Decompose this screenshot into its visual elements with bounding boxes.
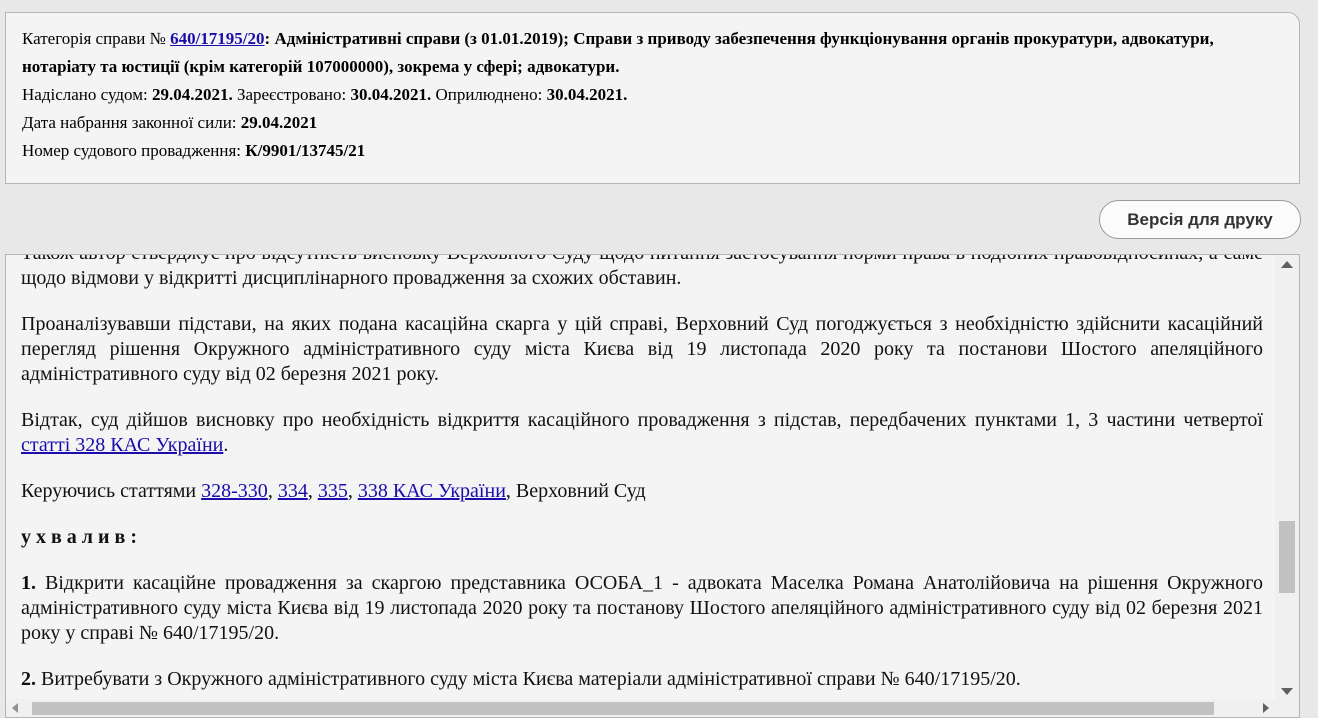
sent-date: 29.04.2021. — [151, 85, 233, 104]
case-info-panel: Категорія справи № 640/17195/20: Адмініс… — [5, 12, 1300, 184]
vertical-scroll-thumb[interactable] — [1279, 521, 1295, 593]
paragraph-2: Проаналізувавши підстави, на яких подана… — [21, 313, 1263, 385]
articles-328-330-link[interactable]: 328-330 — [201, 480, 268, 502]
document-viewer: Також автор стверджує про відсутність ви… — [5, 254, 1300, 718]
ruling-item-1: 1. Відкрити касаційне провадження за ска… — [21, 572, 1263, 644]
paragraph-1: Також автор стверджує про відсутність ви… — [21, 255, 1263, 289]
case-category: Категорія справи № 640/17195/20: Адмініс… — [22, 29, 1214, 76]
proceeding-number: К/9901/13745/21 — [245, 141, 366, 160]
scrollbar-corner — [1275, 699, 1299, 717]
ruling-item-2: 2. Витребувати з Окружного адміністратив… — [21, 668, 1021, 690]
horizontal-scroll-thumb[interactable] — [32, 702, 1214, 715]
article-335-link[interactable]: 335 — [318, 480, 348, 502]
horizontal-scrollbar[interactable] — [6, 699, 1275, 717]
paragraph-3: Відтак, суд дійшов висновку про необхідн… — [21, 409, 1263, 456]
article-334-link[interactable]: 334 — [278, 480, 308, 502]
scroll-down-arrow-icon[interactable] — [1281, 688, 1293, 695]
article-328-link[interactable]: статті 328 КАС України — [21, 434, 223, 456]
paragraph-4: Керуючись статтями 328-330, 334, 335, 33… — [21, 480, 646, 502]
published-date: 30.04.2021. — [546, 85, 628, 104]
ruling-heading: у х в а л и в : — [21, 526, 138, 548]
case-number-link[interactable]: 640/17195/20 — [170, 29, 264, 48]
vertical-scrollbar[interactable] — [1275, 255, 1299, 701]
proceeding-number-row: Номер судового провадження: К/9901/13745… — [22, 141, 366, 160]
registered-date: 30.04.2021. — [350, 85, 432, 104]
case-dates: Надіслано судом: 29.04.2021. Зареєстрова… — [22, 85, 628, 104]
effective-date: 29.04.2021 — [240, 113, 318, 132]
article-338-link[interactable]: 338 КАС України — [358, 480, 506, 502]
scroll-right-arrow-icon[interactable] — [1263, 703, 1269, 713]
scroll-left-arrow-icon[interactable] — [12, 703, 18, 713]
effective-date-row: Дата набрання законної сили: 29.04.2021 — [22, 113, 318, 132]
document-content: Також автор стверджує про відсутність ви… — [21, 255, 1263, 713]
scroll-up-arrow-icon[interactable] — [1281, 261, 1293, 268]
print-version-button[interactable]: Версія для друку — [1099, 200, 1301, 239]
